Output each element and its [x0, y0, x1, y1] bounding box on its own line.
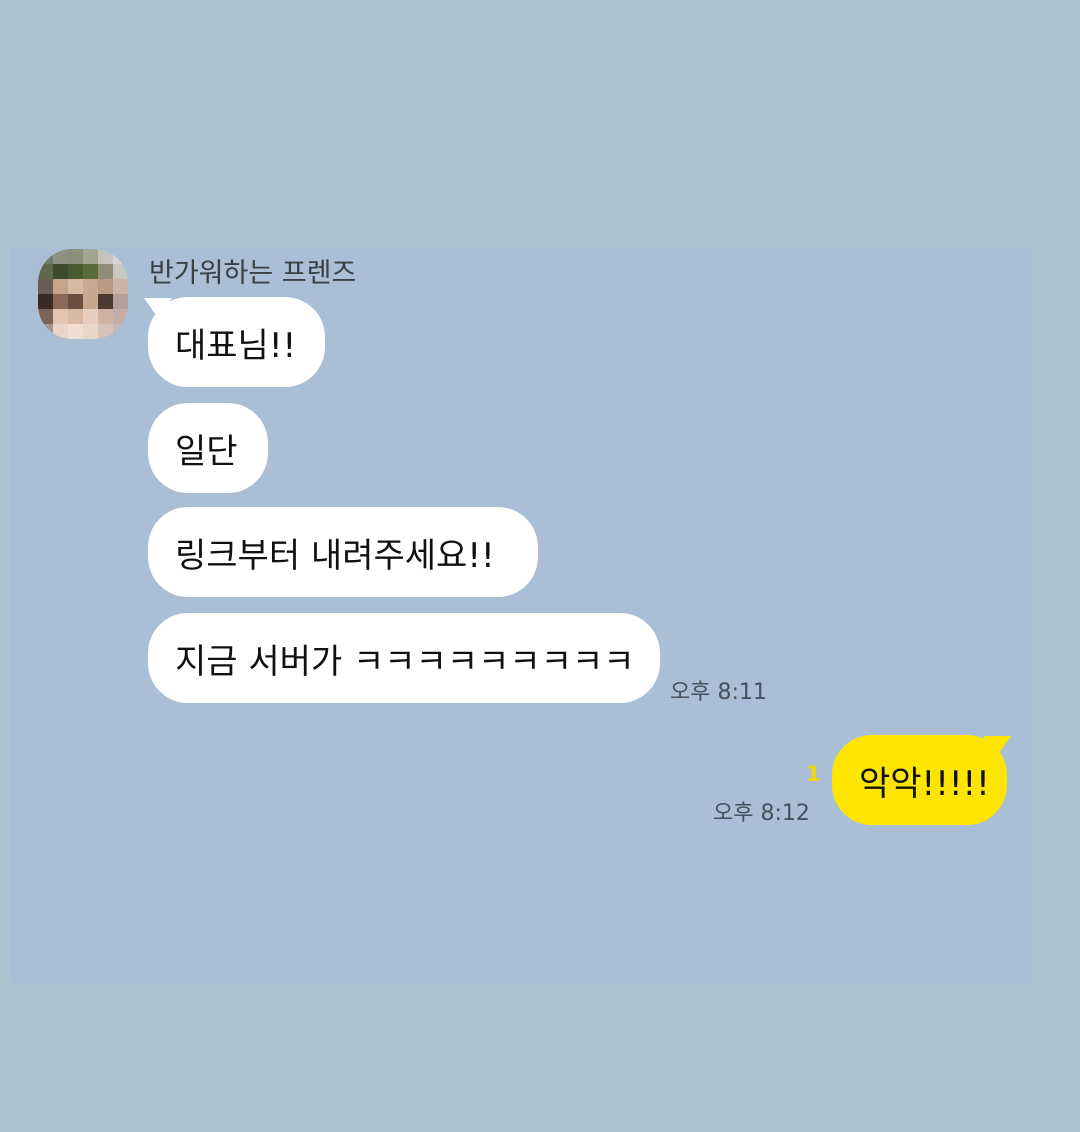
- sent-message-bubble[interactable]: 악악!!!!!: [832, 735, 1007, 825]
- received-message-bubble[interactable]: 지금 서버가 ㅋㅋㅋㅋㅋㅋㅋㅋㅋ: [148, 613, 660, 703]
- unread-count: 1: [806, 762, 821, 786]
- sender-avatar[interactable]: [38, 249, 128, 339]
- received-message-bubble[interactable]: 일단: [148, 403, 268, 493]
- sender-name: 반가워하는 프렌즈: [149, 258, 357, 289]
- received-message-bubble[interactable]: 대표님!!: [148, 297, 325, 387]
- sent-timestamp: 오후 8:12: [713, 801, 810, 826]
- received-message-bubble[interactable]: 링크부터 내려주세요!!: [148, 507, 538, 597]
- received-timestamp: 오후 8:11: [670, 680, 767, 705]
